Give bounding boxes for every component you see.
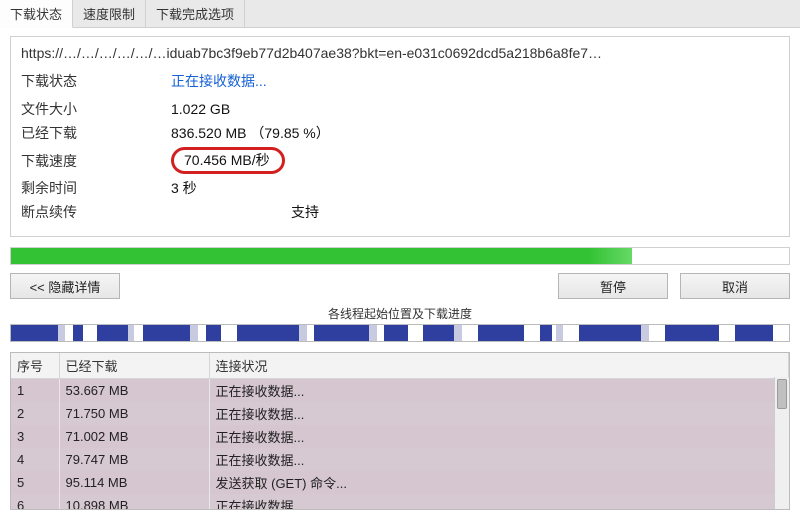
table-row[interactable]: 371.002 MB正在接收数据...: [11, 425, 789, 448]
tab-download-status[interactable]: 下载状态: [0, 0, 73, 28]
table-row[interactable]: 610.898 MB正在接收数据...: [11, 494, 789, 510]
cell-index: 5: [11, 471, 59, 494]
thread-progress-bar: [10, 324, 790, 342]
value-resume: 支持: [291, 202, 319, 222]
speed-highlight: 70.456 MB/秒: [171, 147, 285, 174]
cell-index: 2: [11, 402, 59, 425]
thread-section-title: 各线程起始位置及下载进度: [0, 305, 800, 322]
value-speed: 70.456 MB/秒: [171, 147, 285, 174]
info-panel: https://…/…/…/…/…/…iduab7bc3f9eb77d2b407…: [10, 36, 790, 237]
col-connection[interactable]: 连接状况: [209, 353, 789, 379]
table-row[interactable]: 595.114 MB发送获取 (GET) 命令...: [11, 471, 789, 494]
value-file-size: 1.022 GB: [171, 101, 230, 117]
cell-index: 1: [11, 379, 59, 403]
cancel-button[interactable]: 取消: [680, 273, 790, 299]
label-speed: 下载速度: [21, 151, 171, 171]
value-eta: 3 秒: [171, 178, 197, 198]
cell-connection: 发送获取 (GET) 命令...: [209, 471, 789, 494]
cell-connection: 正在接收数据...: [209, 402, 789, 425]
scrollbar-thumb[interactable]: [777, 379, 787, 409]
tab-speed-limit[interactable]: 速度限制: [73, 0, 146, 27]
tab-on-complete[interactable]: 下载完成选项: [146, 0, 245, 27]
cell-index: 6: [11, 494, 59, 510]
cell-index: 3: [11, 425, 59, 448]
cell-downloaded: 95.114 MB: [59, 471, 209, 494]
cell-downloaded: 71.750 MB: [59, 402, 209, 425]
download-url: https://…/…/…/…/…/…iduab7bc3f9eb77d2b407…: [21, 43, 779, 67]
cell-downloaded: 10.898 MB: [59, 494, 209, 510]
table-row[interactable]: 271.750 MB正在接收数据...: [11, 402, 789, 425]
tab-bar: 下载状态 速度限制 下载完成选项: [0, 0, 800, 28]
cell-downloaded: 53.667 MB: [59, 379, 209, 403]
cell-connection: 正在接收数据...: [209, 379, 789, 403]
spacer: [132, 273, 546, 299]
progress-bar: [10, 247, 790, 265]
thread-table: 序号 已经下载 连接状况 153.667 MB正在接收数据...271.750 …: [11, 353, 789, 510]
vertical-scrollbar[interactable]: [774, 377, 789, 509]
label-downloaded: 已经下载: [21, 123, 171, 143]
cell-downloaded: 79.747 MB: [59, 448, 209, 471]
cell-connection: 正在接收数据...: [209, 494, 789, 510]
col-index[interactable]: 序号: [11, 353, 59, 379]
label-resume: 断点续传: [21, 202, 171, 222]
thread-table-wrap: 序号 已经下载 连接状况 153.667 MB正在接收数据...271.750 …: [10, 352, 790, 510]
label-file-size: 文件大小: [21, 99, 171, 119]
progress-fill: [11, 248, 632, 264]
cell-index: 4: [11, 448, 59, 471]
cell-downloaded: 71.002 MB: [59, 425, 209, 448]
cell-connection: 正在接收数据...: [209, 448, 789, 471]
table-row[interactable]: 153.667 MB正在接收数据...: [11, 379, 789, 403]
value-downloaded: 836.520 MB （79.85 %）: [171, 123, 330, 143]
cell-connection: 正在接收数据...: [209, 425, 789, 448]
hide-details-button[interactable]: << 隐藏详情: [10, 273, 120, 299]
label-eta: 剩余时间: [21, 178, 171, 198]
col-downloaded[interactable]: 已经下载: [59, 353, 209, 379]
value-status: 正在接收数据...: [171, 71, 267, 91]
pause-button[interactable]: 暂停: [558, 273, 668, 299]
button-row: << 隐藏详情 暂停 取消: [10, 273, 790, 299]
label-status: 下载状态: [21, 71, 171, 91]
table-row[interactable]: 479.747 MB正在接收数据...: [11, 448, 789, 471]
